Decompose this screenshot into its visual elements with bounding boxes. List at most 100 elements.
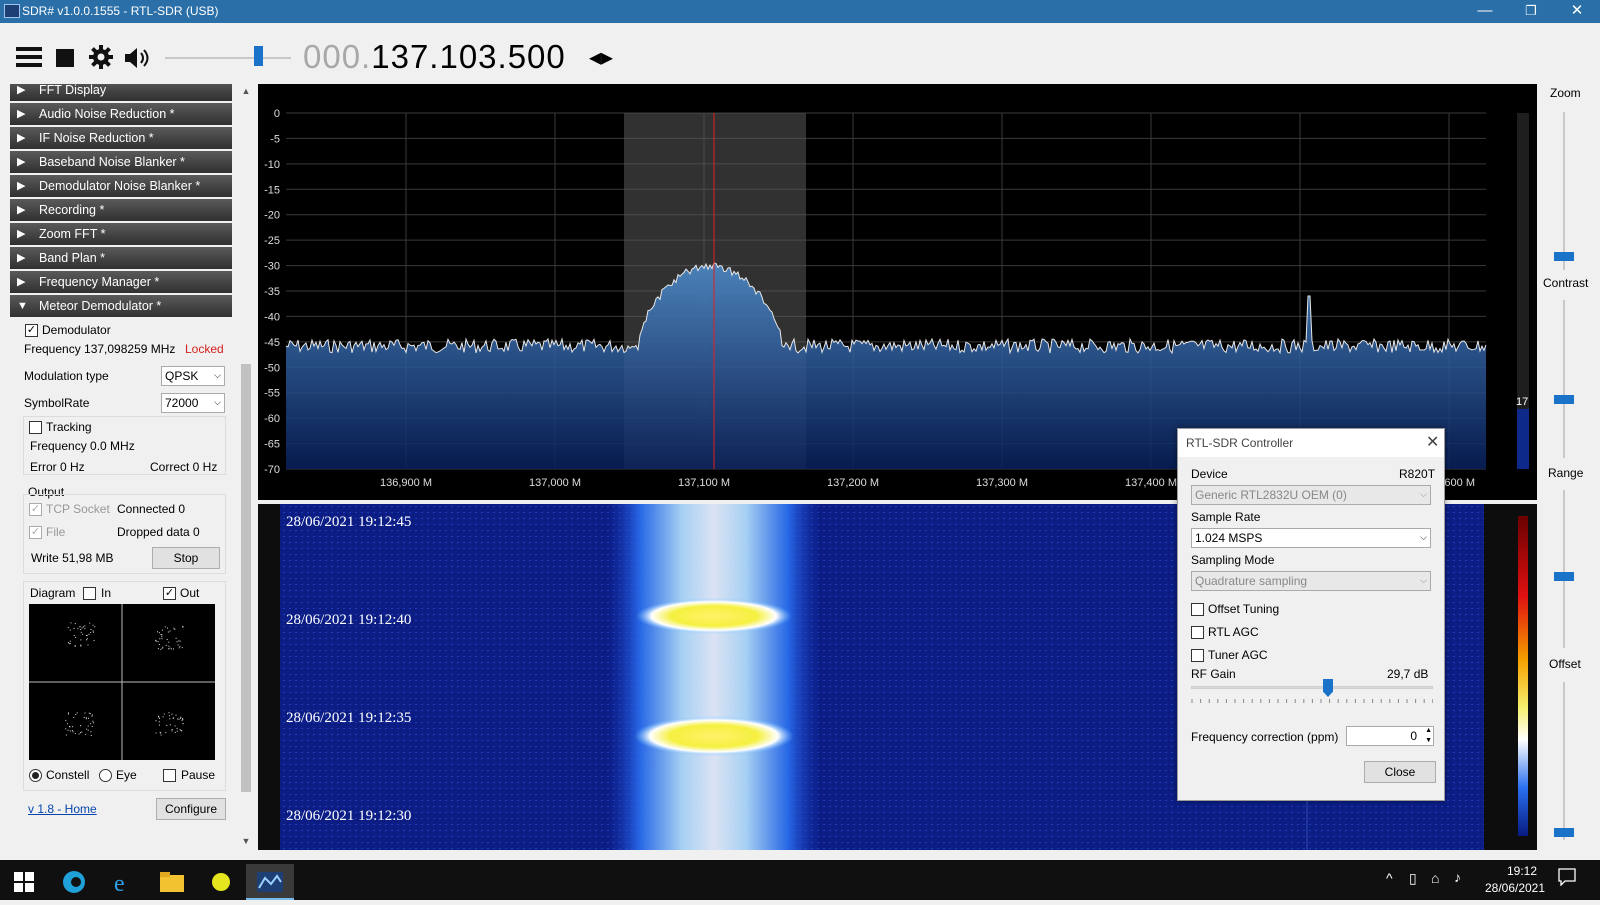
spin-up-icon[interactable]: ▲ [1425,726,1432,735]
zoom-slider-thumb[interactable] [1554,252,1574,261]
tuner-agc-checkbox[interactable] [1191,649,1204,662]
sdrsharp-taskbar-icon[interactable] [246,864,294,900]
stop-icon[interactable] [56,48,74,72]
offset-tuning-checkbox[interactable] [1191,603,1204,616]
file-explorer-icon[interactable] [148,864,196,900]
rtl-agc-label: RTL AGC [1208,625,1259,639]
version-home-link[interactable]: v 1.8 - Home [28,802,97,816]
notification-icon[interactable] [1558,868,1576,889]
minimize-button[interactable]: — [1462,0,1508,23]
constell-radio[interactable] [29,769,42,782]
edge-icon[interactable] [50,864,98,900]
constellation-point [158,721,160,723]
rtl-sdr-controller-dialog: RTL-SDR Controller ✕ Device R820T Generi… [1177,428,1445,801]
pause-checkbox[interactable] [163,769,176,782]
hamburger-menu-icon[interactable] [16,46,42,73]
panel-demodulator-noise-blanker[interactable]: ▶ Demodulator Noise Blanker * [10,175,232,197]
constellation-point [160,634,162,635]
close-button[interactable]: Close [1364,761,1436,783]
gear-icon[interactable] [88,44,114,75]
spectrum-trace [285,262,1487,355]
symbolrate-select[interactable]: 72000 ⌵ [161,393,225,413]
constellation-point [162,716,164,718]
zoom-slider-track[interactable] [1563,112,1565,270]
constellation-point [72,726,74,728]
panel-zoom-fft[interactable]: ▶ Zoom FFT * [10,223,232,245]
constellation-point [171,729,173,730]
diagram-in-checkbox[interactable] [83,587,96,600]
constellation-point [157,631,158,633]
eye-radio[interactable] [99,769,112,782]
constellation-point [159,638,161,640]
offset-slider-thumb[interactable] [1554,828,1574,837]
tennis-ball-app-icon[interactable] [197,864,245,900]
panel-meteor-demodulator[interactable]: ▼ Meteor Demodulator * [10,295,232,317]
tune-arrows-icon[interactable]: ◂▸ [589,43,613,72]
windows-start-icon[interactable] [0,864,48,900]
constellation-point [89,622,91,624]
internet-explorer-icon[interactable]: e [99,864,147,900]
volume-slider-thumb[interactable] [254,46,263,66]
constellation-point [169,630,171,632]
toolbar: 000.137.103.500 ◂▸ [0,23,1600,83]
freq-correction-input[interactable]: 0 ▲ ▼ [1346,726,1434,746]
clock-time[interactable]: 19:12 [1494,864,1550,878]
modulation-type-label: Modulation type [24,369,109,383]
network-icon[interactable]: ⌂ [1431,870,1439,886]
frequency-display[interactable]: 000.137.103.500 [303,38,566,76]
panel-band-plan[interactable]: ▶ Band Plan * [10,247,232,269]
scrollbar-thumb[interactable] [241,364,251,792]
sample-rate-select[interactable]: 1.024 MSPS ⌵ [1191,528,1431,548]
demodulator-checkbox[interactable]: ✓ [25,324,38,337]
constellation-point [159,724,160,726]
panel-label: Recording * [39,203,105,217]
rtl-agc-checkbox[interactable] [1191,626,1204,639]
panel-frequency-manager[interactable]: ▶ Frequency Manager * [10,271,232,293]
modulation-type-select[interactable]: QPSK ⌵ [161,366,225,386]
usb-icon[interactable]: ▯ [1409,870,1417,887]
panel-baseband-noise-blanker[interactable]: ▶ Baseband Noise Blanker * [10,151,232,173]
volume-slider-track[interactable] [165,57,291,59]
y-tick-label: -30 [264,261,280,273]
dialog-close-icon[interactable]: ✕ [1426,432,1439,452]
range-slider-track[interactable] [1563,490,1565,648]
contrast-slider-thumb[interactable] [1554,395,1574,404]
rf-gain-slider-thumb[interactable] [1323,679,1333,697]
y-tick-label: 0 [274,108,280,120]
device-select[interactable]: Generic RTL2832U OEM (0) ⌵ [1191,485,1431,505]
panel-label: Baseband Noise Blanker * [39,155,185,169]
scroll-up-icon[interactable]: ▲ [239,86,253,96]
maximize-button[interactable]: ❐ [1508,0,1554,23]
spin-down-icon[interactable]: ▼ [1425,736,1432,745]
speaker-icon[interactable] [123,46,151,75]
constellation-point [85,718,87,720]
diagram-out-checkbox[interactable]: ✓ [163,587,176,600]
rf-gain-slider-track[interactable] [1191,686,1433,689]
chevron-up-icon[interactable]: ^ [1386,870,1393,886]
configure-button[interactable]: Configure [156,798,226,820]
sidebar-scrollbar[interactable]: ▲ ▼ [239,84,253,850]
offset-slider-track[interactable] [1563,682,1565,840]
expand-icon: ▶ [17,228,26,240]
constellation-point [166,724,168,726]
volume-tray-icon[interactable]: ♪ [1454,869,1461,885]
range-slider-thumb[interactable] [1554,572,1574,581]
constellation-point [169,715,170,717]
constellation-point [157,648,159,650]
close-window-button[interactable]: ✕ [1554,0,1600,23]
panel-fft-display[interactable]: ▶ FFT Display [10,84,232,101]
contrast-slider-track[interactable] [1563,300,1565,458]
sampling-mode-select[interactable]: Quadrature sampling ⌵ [1191,571,1431,591]
stop-button[interactable]: Stop [152,547,220,569]
rf-gain-value: 29,7 dB [1387,667,1429,681]
panel-if-noise-reduction[interactable]: ▶ IF Noise Reduction * [10,127,232,149]
scroll-down-icon[interactable]: ▼ [239,836,253,846]
panel-audio-noise-reduction[interactable]: ▶ Audio Noise Reduction * [10,103,232,125]
tcp-socket-checkbox[interactable]: ✓ [29,503,42,516]
constellation-point [80,732,81,734]
clock-date[interactable]: 28/06/2021 [1480,881,1550,895]
panel-recording[interactable]: ▶ Recording * [10,199,232,221]
file-checkbox[interactable]: ✓ [29,526,42,539]
tracking-checkbox[interactable] [29,421,42,434]
rf-gain-label: RF Gain [1191,667,1236,681]
